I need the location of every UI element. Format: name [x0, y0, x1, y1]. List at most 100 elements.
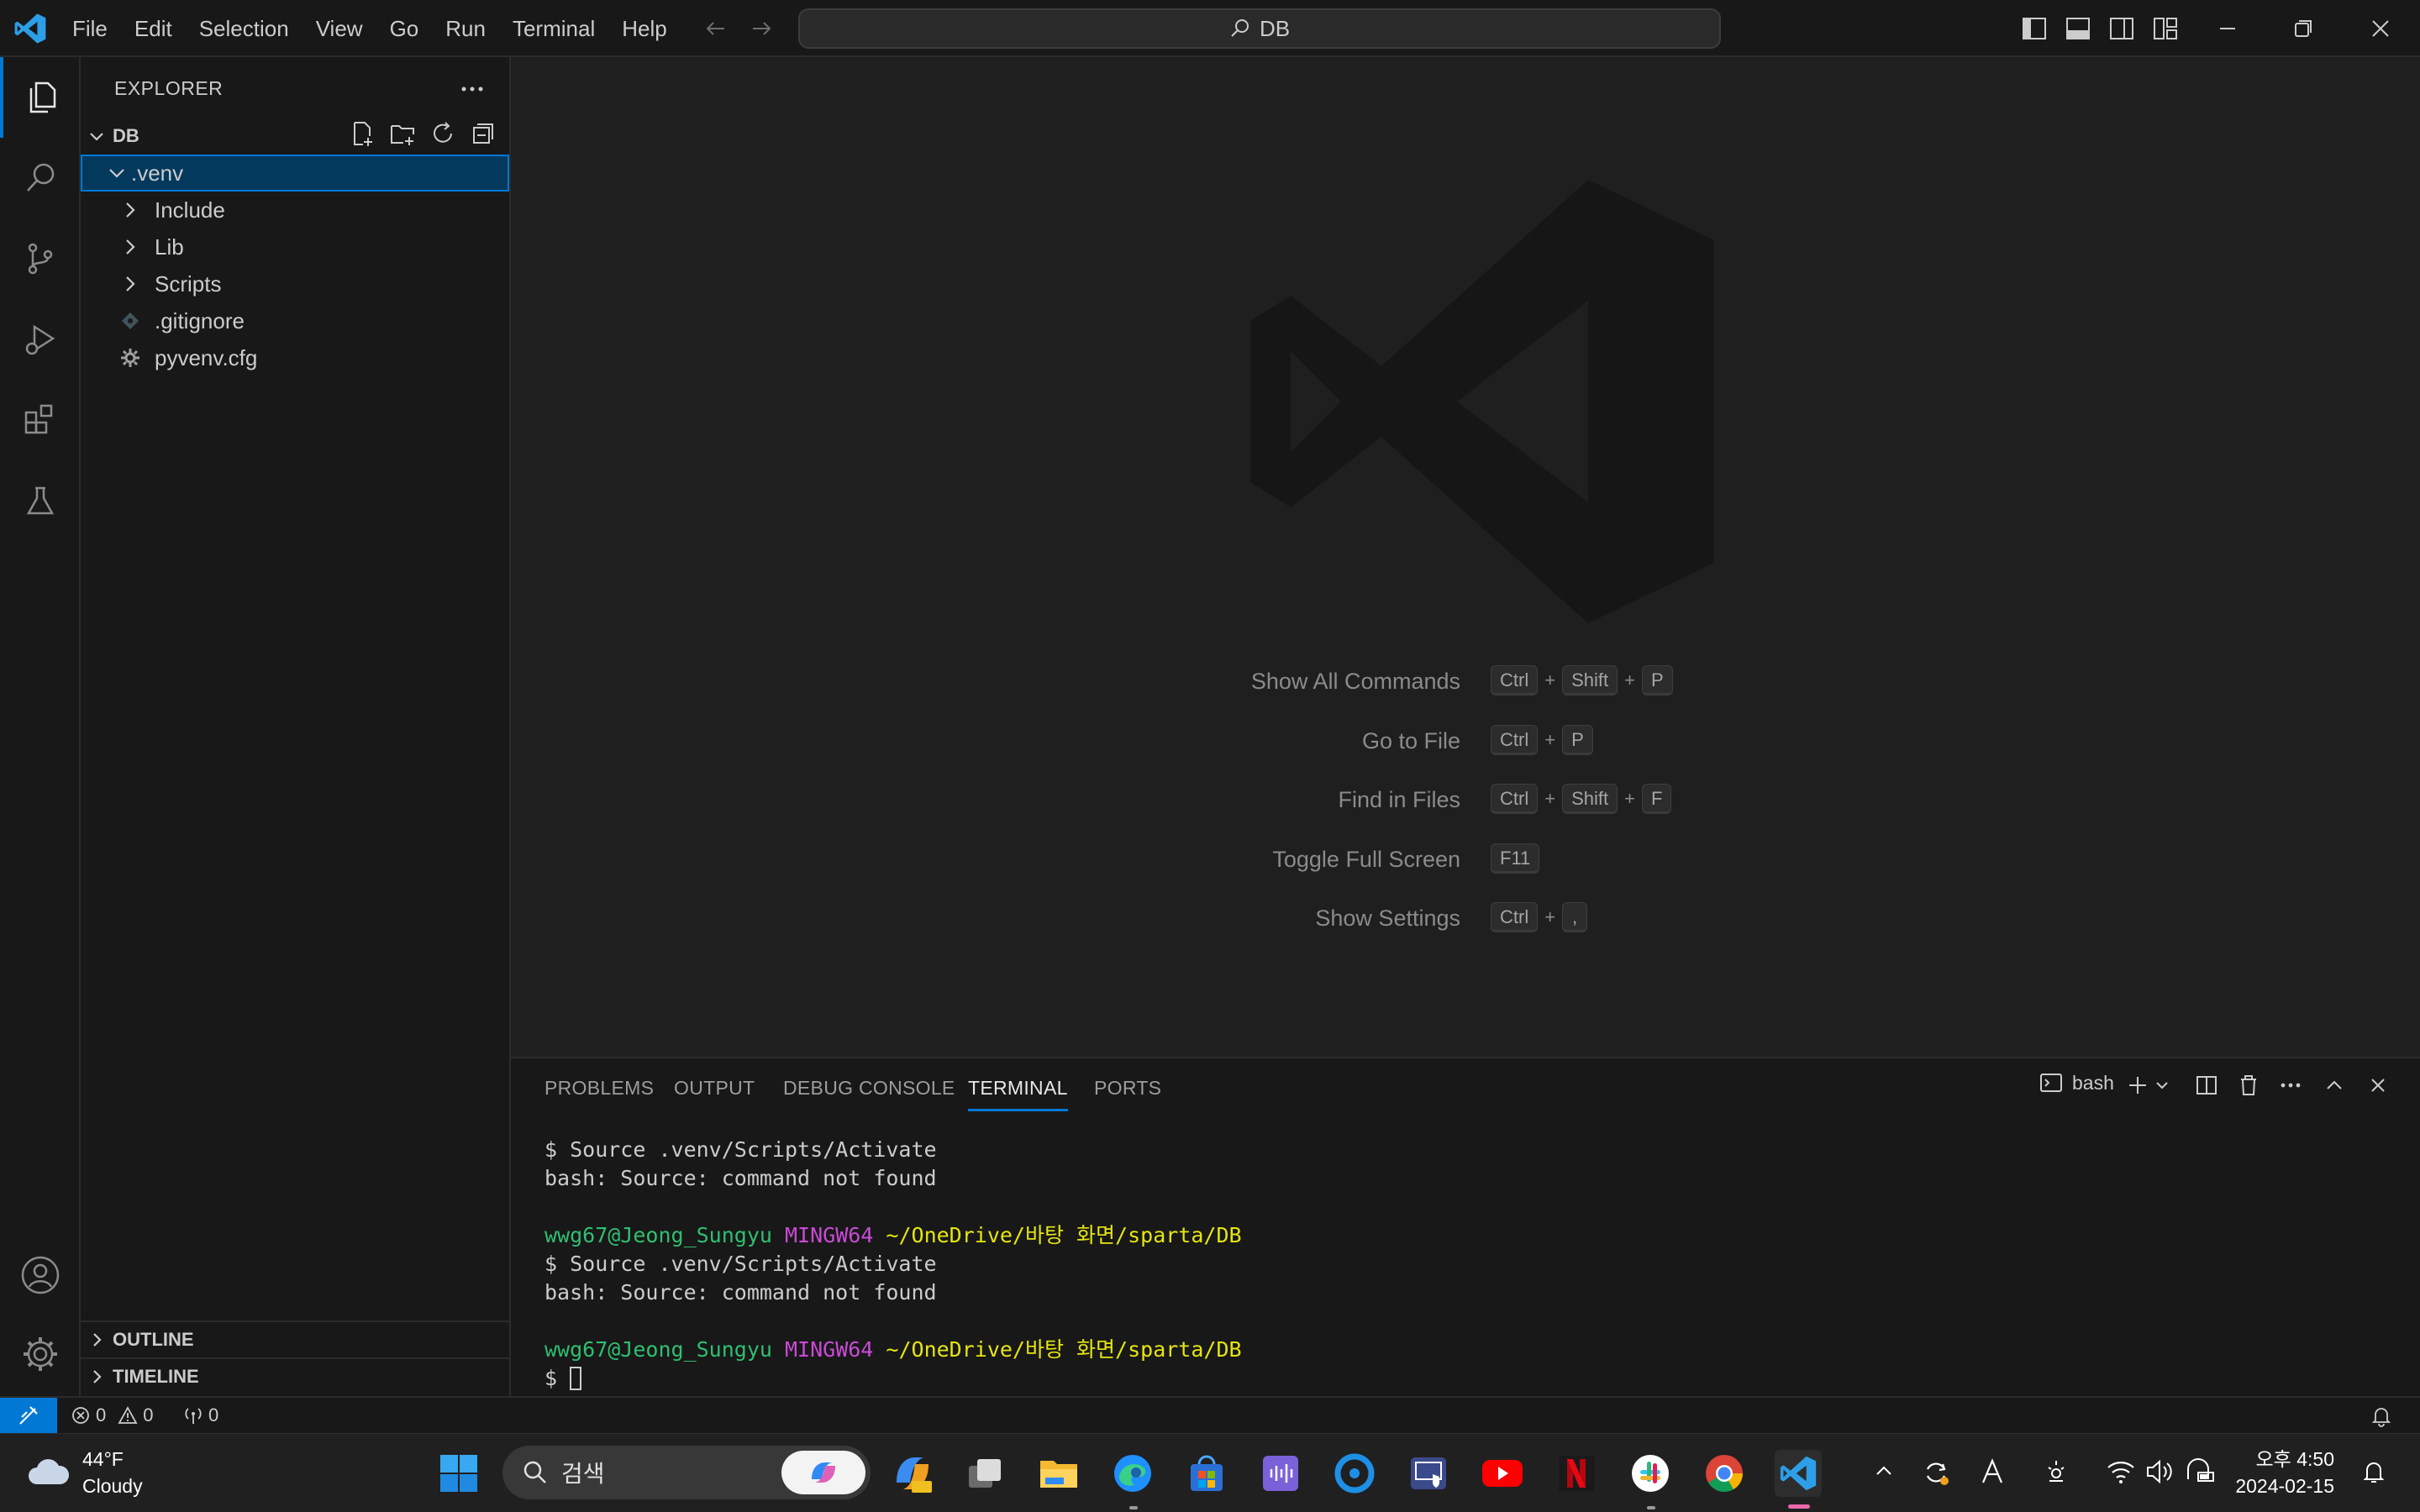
running-app-indicator	[1129, 1506, 1138, 1509]
wifi-icon[interactable]	[2106, 1457, 2136, 1486]
ports-status[interactable]: 0	[183, 1404, 218, 1426]
explorer-actions	[348, 119, 497, 148]
shortcut-label: Go to File	[1361, 727, 1460, 753]
toggle-primary-sidebar-icon[interactable]	[2020, 14, 2049, 43]
brightness-icon[interactable]	[2042, 1457, 2070, 1486]
more-actions-icon[interactable]	[457, 74, 487, 104]
tree-item[interactable]: Lib	[81, 228, 509, 265]
remote-indicator[interactable]	[0, 1398, 57, 1433]
vscode-taskbar-app[interactable]	[1775, 1450, 1822, 1497]
vpn-app[interactable]	[1405, 1450, 1452, 1497]
menu-selection[interactable]: Selection	[186, 16, 302, 42]
close-icon[interactable]	[2366, 14, 2395, 43]
split-terminal-icon[interactable]	[2193, 1072, 2220, 1099]
outline-section-header[interactable]: OUTLINE	[81, 1320, 509, 1357]
copilot-button[interactable]	[781, 1451, 865, 1494]
testing-activity[interactable]	[0, 460, 81, 541]
chevron-up-icon[interactable]	[1870, 1457, 1897, 1484]
menu-run[interactable]: Run	[432, 16, 499, 42]
close-panel-icon[interactable]	[2365, 1072, 2391, 1099]
key-separator: +	[1624, 669, 1635, 690]
ime-letter-icon[interactable]	[1978, 1457, 2007, 1486]
battery-icon[interactable]	[2185, 1457, 2215, 1486]
file-explorer-app[interactable]	[1035, 1450, 1082, 1497]
accounts-activity[interactable]	[0, 1235, 81, 1315]
restore-icon[interactable]	[2289, 14, 2317, 43]
slack-app[interactable]	[1627, 1450, 1674, 1497]
tab-terminal[interactable]: TERMINAL	[968, 1077, 1068, 1111]
back-arrow-icon[interactable]	[702, 15, 729, 42]
weather-widget[interactable]: 44°F Cloudy	[25, 1446, 143, 1499]
timeline-section-header[interactable]: TIMELINE	[81, 1357, 509, 1394]
bell-icon[interactable]	[2370, 1404, 2393, 1428]
taskbar-clock[interactable]: 오후 4:50 2024-02-15	[2227, 1446, 2334, 1499]
sync-icon[interactable]	[1921, 1457, 1951, 1488]
more-actions-icon[interactable]	[2277, 1072, 2304, 1099]
chrome-app[interactable]	[1701, 1450, 1748, 1497]
refresh-icon[interactable]	[429, 119, 457, 148]
terminal-line: wwg67@Jeong_Sungyu MINGW64 ~/OneDrive/바탕…	[544, 1221, 2393, 1250]
tree-item[interactable]: .gitignore	[81, 302, 509, 339]
prompt-user: wwg67@Jeong_Sungyu	[544, 1223, 772, 1247]
manage-activity[interactable]	[0, 1314, 81, 1394]
terminal-shell-selector[interactable]: bash	[2039, 1070, 2114, 1095]
menu-go[interactable]: Go	[376, 16, 433, 42]
menu-edit[interactable]: Edit	[121, 16, 186, 42]
shortcut-row: Find in Files Ctrl + Shift + F	[511, 784, 2420, 817]
run-debug-icon	[25, 324, 55, 355]
chevron-down-icon[interactable]	[2153, 1072, 2171, 1099]
search-activity[interactable]	[0, 138, 81, 218]
task-view-app[interactable]	[961, 1450, 1008, 1497]
command-center-text: DB	[1259, 15, 1291, 41]
trash-icon[interactable]	[2235, 1072, 2262, 1099]
netflix-app[interactable]	[1553, 1450, 1600, 1497]
explorer-activity[interactable]	[0, 57, 81, 138]
menu-help[interactable]: Help	[608, 16, 680, 42]
maximize-panel-icon[interactable]	[2321, 1072, 2348, 1099]
toggle-panel-icon[interactable]	[2064, 14, 2092, 43]
terminal-output[interactable]: $ Source .venv/Scripts/Activate bash: Sou…	[544, 1136, 2393, 1393]
shortcut-label: Show Settings	[1315, 906, 1460, 931]
beaker-icon	[26, 486, 55, 515]
new-folder-icon[interactable]	[388, 119, 417, 148]
tree-item[interactable]: .venv	[81, 155, 509, 192]
command-center-search[interactable]: DB	[798, 8, 1721, 49]
source-control-activity[interactable]	[0, 218, 81, 299]
tab-output[interactable]: OUTPUT	[674, 1077, 755, 1100]
cortana-app[interactable]	[1331, 1450, 1378, 1497]
tab-ports[interactable]: PORTS	[1094, 1077, 1161, 1100]
files-icon	[29, 81, 56, 113]
search-icon	[1231, 19, 1249, 37]
minimize-icon[interactable]	[2213, 14, 2242, 43]
ms-store-app[interactable]	[1183, 1450, 1230, 1497]
start-button[interactable]	[435, 1450, 482, 1497]
tab-debug-console[interactable]: DEBUG CONSOLE	[783, 1077, 955, 1100]
tree-item-label: .gitignore	[155, 307, 245, 333]
title-bar: File Edit Selection View Go Run Terminal Help D…	[0, 0, 2420, 57]
menu-view[interactable]: View	[302, 16, 376, 42]
tree-item[interactable]: Scripts	[81, 265, 509, 302]
keycap: ,	[1562, 902, 1588, 932]
youtube-app[interactable]	[1479, 1450, 1526, 1497]
forward-arrow-icon[interactable]	[748, 15, 775, 42]
copilot-pre-app[interactable]	[889, 1450, 936, 1497]
tree-item[interactable]: pyvenv.cfg	[81, 339, 509, 376]
new-terminal-icon[interactable]	[2124, 1072, 2151, 1099]
customize-layout-icon[interactable]	[2151, 14, 2180, 43]
taskbar-search[interactable]: 검색	[502, 1446, 871, 1499]
menu-terminal[interactable]: Terminal	[499, 16, 608, 42]
problems-status[interactable]: 0 0	[71, 1404, 154, 1426]
menu-file[interactable]: File	[59, 16, 121, 42]
shortcut-keys: Ctrl +,	[1491, 902, 1588, 932]
new-file-icon[interactable]	[348, 119, 376, 148]
edge-app[interactable]	[1109, 1450, 1156, 1497]
collapse-all-icon[interactable]	[469, 119, 497, 148]
extensions-activity[interactable]	[0, 380, 81, 460]
run-debug-activity[interactable]	[0, 299, 81, 380]
tab-problems[interactable]: PROBLEMS	[544, 1077, 654, 1100]
tree-item[interactable]: Include	[81, 192, 509, 228]
notification-settings-icon[interactable]	[2360, 1457, 2388, 1486]
clipchamp-app[interactable]	[1257, 1450, 1304, 1497]
toggle-secondary-sidebar-icon[interactable]	[2107, 14, 2136, 43]
volume-icon[interactable]	[2144, 1457, 2175, 1486]
